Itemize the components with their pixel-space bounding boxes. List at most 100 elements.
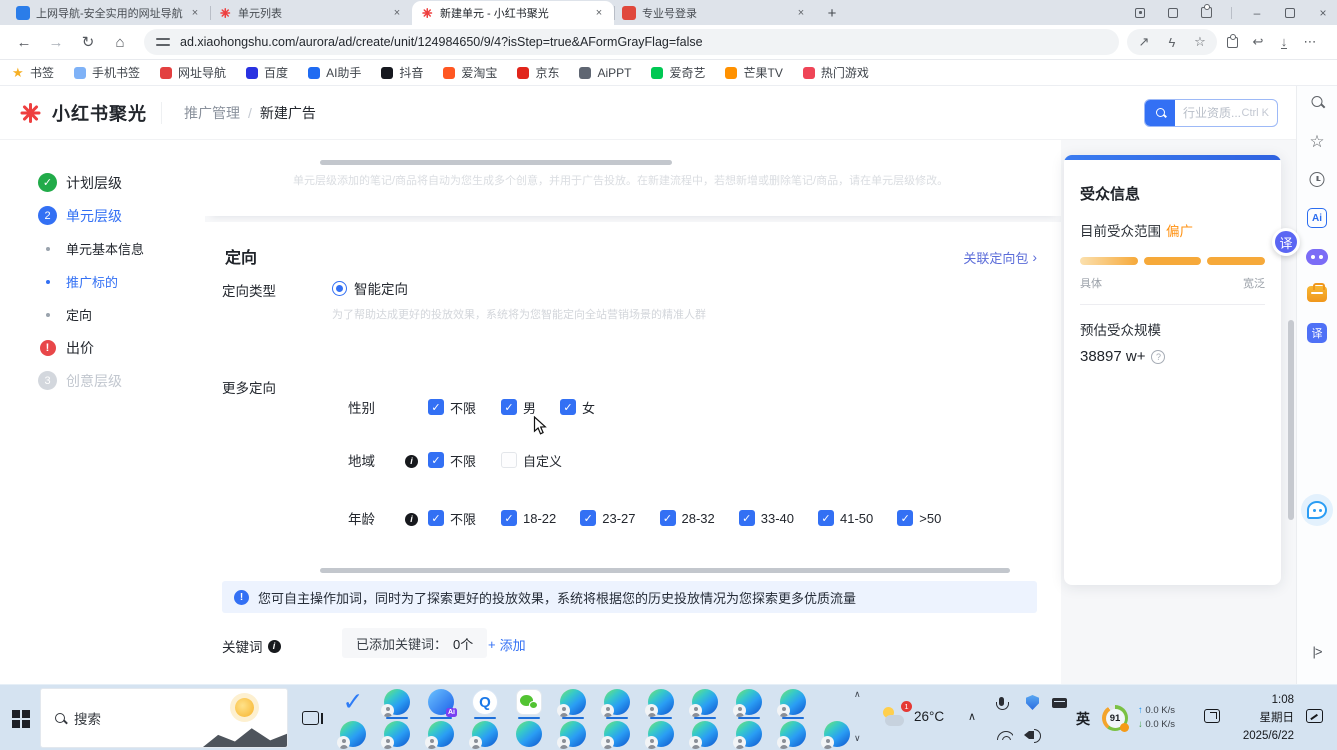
- browser-tab-2[interactable]: 单元列表×: [210, 1, 412, 25]
- bookmark-item[interactable]: 网址导航: [160, 64, 226, 81]
- sidebar-step[interactable]: !出价: [0, 331, 205, 364]
- tab-close-icon[interactable]: ×: [794, 6, 808, 20]
- browser-tab-3[interactable]: 新建单元 - 小红书聚光×: [412, 1, 614, 25]
- checkbox-option[interactable]: 自定义: [501, 451, 562, 470]
- hidden-icons-caret[interactable]: ∧: [968, 710, 976, 723]
- url-bar[interactable]: ad.xiaohongshu.com/aurora/ad/create/unit…: [144, 29, 1119, 55]
- taskbar-app-edge[interactable]: [822, 719, 852, 749]
- checkbox-option[interactable]: 女: [560, 398, 595, 417]
- checkbox-checked[interactable]: [818, 510, 834, 526]
- weather-widget[interactable]: [203, 689, 287, 747]
- checkbox-checked[interactable]: [428, 452, 444, 468]
- customer-service-chat-icon[interactable]: [1301, 494, 1333, 526]
- page-scrollbar[interactable]: [1288, 320, 1294, 520]
- checkbox-option[interactable]: 不限: [428, 451, 476, 470]
- radio-selected-icon[interactable]: [332, 281, 347, 296]
- targeting-package-link[interactable]: 关联定向包 ›: [963, 248, 1037, 267]
- apps-scroll-up-icon[interactable]: ∧: [854, 689, 861, 700]
- url-text[interactable]: ad.xiaohongshu.com/aurora/ad/create/unit…: [180, 35, 703, 49]
- taskbar-app-edge[interactable]: [470, 719, 500, 749]
- share-icon[interactable]: ↗: [1133, 31, 1155, 53]
- apps-scroll-down-icon[interactable]: ∨: [854, 733, 861, 744]
- tab-close-icon[interactable]: ×: [390, 6, 404, 20]
- sidebar-ai-icon[interactable]: Ai: [1307, 208, 1327, 228]
- home-button[interactable]: ⌂: [107, 29, 133, 55]
- bookmark-item[interactable]: 京东: [517, 64, 559, 81]
- checkbox-checked[interactable]: [501, 399, 517, 415]
- flash-icon[interactable]: ϟ: [1161, 31, 1183, 53]
- taskbar-app-edge[interactable]: [382, 719, 412, 749]
- sidebar-step[interactable]: 2单元层级: [0, 199, 205, 232]
- rollback-icon[interactable]: ↩: [1247, 31, 1269, 53]
- checkbox-option[interactable]: >50: [897, 509, 941, 528]
- more-menu-icon[interactable]: ⋯: [1299, 31, 1321, 53]
- close-button[interactable]: ×: [1315, 5, 1331, 21]
- sidebar-games-icon[interactable]: [1306, 249, 1328, 265]
- taskbar-app-check[interactable]: ✓: [338, 687, 368, 717]
- screenshot-icon[interactable]: [1204, 709, 1220, 723]
- sidebar-step[interactable]: 定向: [0, 298, 205, 331]
- taskbar-app-edge[interactable]: [778, 687, 808, 717]
- site-settings-icon[interactable]: [156, 37, 170, 47]
- extensions-icon[interactable]: [1221, 31, 1243, 53]
- battery-card-icon[interactable]: [1052, 698, 1067, 708]
- smart-targeting-option[interactable]: 智能定向: [332, 278, 408, 298]
- bookmark-item[interactable]: 手机书签: [74, 64, 140, 81]
- workspaces-icon[interactable]: [1165, 5, 1181, 21]
- checkbox-checked[interactable]: [428, 510, 444, 526]
- clock-widget[interactable]: 1:08 星期日 2025/6/22: [1228, 691, 1294, 745]
- sidebar-history-icon[interactable]: [1310, 172, 1325, 187]
- bookmark-item[interactable]: AI助手: [308, 64, 361, 81]
- speaker-icon[interactable]: [1029, 731, 1034, 739]
- horizontal-scrollbar[interactable]: [320, 160, 672, 165]
- question-icon[interactable]: ?: [1151, 350, 1165, 364]
- checkbox-option[interactable]: 18-22: [501, 509, 556, 528]
- taskbar-app-edge[interactable]: [734, 719, 764, 749]
- back-button[interactable]: ←: [11, 29, 37, 55]
- favorite-star-icon[interactable]: ☆: [1189, 31, 1211, 53]
- taskbar-app-edge[interactable]: [734, 687, 764, 717]
- reload-button[interactable]: ↻: [75, 29, 101, 55]
- site-search-box[interactable]: 行业资质... Ctrl K: [1144, 99, 1278, 127]
- checkbox-checked[interactable]: [580, 510, 596, 526]
- sidebar-translate-icon[interactable]: 译: [1307, 323, 1327, 343]
- tab-close-icon[interactable]: ×: [188, 6, 202, 20]
- taskbar-app-edge[interactable]: [646, 687, 676, 717]
- info-icon[interactable]: i: [405, 455, 418, 468]
- security-shield-icon[interactable]: [1026, 695, 1039, 710]
- task-view-icon[interactable]: [302, 711, 319, 725]
- checkbox-checked[interactable]: [660, 510, 676, 526]
- sidebar-step[interactable]: ✓计划层级: [0, 166, 205, 199]
- browser-essentials-icon[interactable]: [1198, 5, 1214, 21]
- site-logo-text[interactable]: 小红书聚光: [52, 100, 147, 126]
- tab-close-icon[interactable]: ×: [592, 6, 606, 20]
- sidebar-search-icon[interactable]: [1312, 96, 1323, 107]
- checkbox-option[interactable]: 28-32: [660, 509, 715, 528]
- taskbar-app-edge[interactable]: [558, 687, 588, 717]
- info-icon[interactable]: i: [268, 640, 281, 653]
- bookmark-item[interactable]: 百度: [246, 64, 288, 81]
- notification-center-icon[interactable]: [1306, 709, 1323, 723]
- checkbox-checked[interactable]: [897, 510, 913, 526]
- checkbox-option[interactable]: 33-40: [739, 509, 794, 528]
- tray-weather[interactable]: 1 26°C: [882, 706, 944, 726]
- bookmark-item[interactable]: 爱淘宝: [443, 64, 497, 81]
- taskbar-app-qq-ai[interactable]: Ai: [426, 687, 456, 717]
- taskbar-app-edge[interactable]: [558, 719, 588, 749]
- input-language-indicator[interactable]: 英: [1076, 709, 1090, 729]
- downloads-icon[interactable]: ↓: [1273, 31, 1295, 53]
- taskbar-app-edge[interactable]: [646, 719, 676, 749]
- breadcrumb-section[interactable]: 推广管理: [184, 103, 240, 123]
- info-icon[interactable]: i: [405, 513, 418, 526]
- checkbox-checked[interactable]: [739, 510, 755, 526]
- bookmark-item[interactable]: 抖音: [381, 64, 423, 81]
- sidebar-favorites-icon[interactable]: ☆: [1309, 132, 1324, 152]
- bookmark-item[interactable]: ★书签: [12, 64, 54, 81]
- microphone-icon[interactable]: [999, 697, 1004, 706]
- start-button[interactable]: [12, 710, 30, 728]
- minimize-button[interactable]: –: [1249, 5, 1265, 21]
- taskbar-app-edge[interactable]: [338, 719, 368, 749]
- browser-tab-4[interactable]: 专业号登录×: [614, 1, 816, 25]
- checkbox-checked[interactable]: [560, 399, 576, 415]
- search-button[interactable]: [1145, 99, 1175, 127]
